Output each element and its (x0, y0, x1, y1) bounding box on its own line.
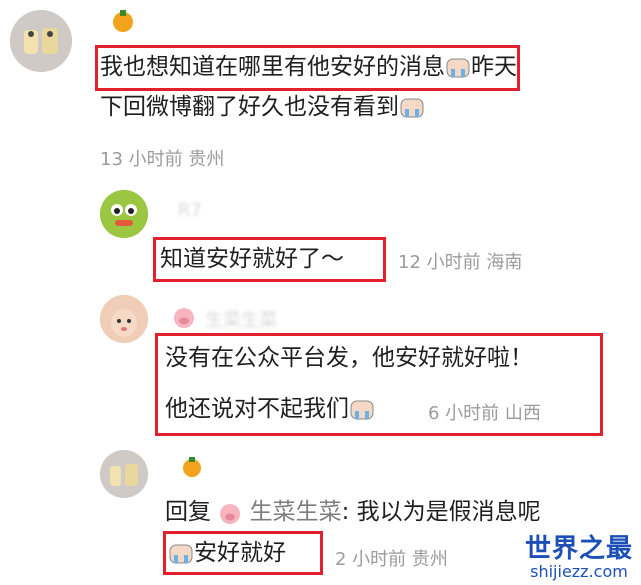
pig-icon (172, 305, 196, 329)
comment-2-meta: 12 小时前 海南 (398, 252, 523, 273)
badge-icon-4 (180, 455, 204, 479)
watermark: 世界之最 shijiezz.com (525, 535, 633, 581)
comment-4-line1: 回复 生菜生菜: 我以为是假消息呢 (165, 495, 541, 529)
badge-icon-1 (110, 8, 136, 34)
username-2[interactable]: R7 (178, 200, 202, 221)
highlight-box-1 (95, 45, 520, 91)
reply-prefix: 回复 (165, 499, 211, 525)
user-avatar-2[interactable] (100, 190, 148, 238)
user-avatar-3[interactable] (100, 295, 148, 343)
watermark-url: shijiezz.com (530, 562, 628, 581)
comment-4-meta: 2 小时前 贵州 (335, 549, 448, 570)
user-avatar-4[interactable] (100, 450, 148, 498)
comment-1-meta: 13 小时前 贵州 (100, 149, 225, 170)
watermark-title: 世界之最 (524, 534, 633, 564)
comment-1-text-2: 下回微博翻了好久也没有看到 (100, 94, 399, 120)
crying-face-icon (399, 95, 425, 121)
comment-4-text: : 我以为是假消息呢 (341, 499, 541, 525)
reply-to-username[interactable]: 生菜生菜 (250, 499, 342, 525)
highlight-box-3 (155, 333, 603, 436)
pig-icon (218, 501, 242, 525)
username-3[interactable]: 生菜生菜 (205, 306, 277, 332)
user-avatar-1[interactable] (10, 10, 72, 72)
highlight-box-2 (153, 237, 386, 282)
comment-1-line2: 下回微博翻了好久也没有看到 (100, 90, 425, 124)
highlight-box-4 (163, 531, 323, 575)
